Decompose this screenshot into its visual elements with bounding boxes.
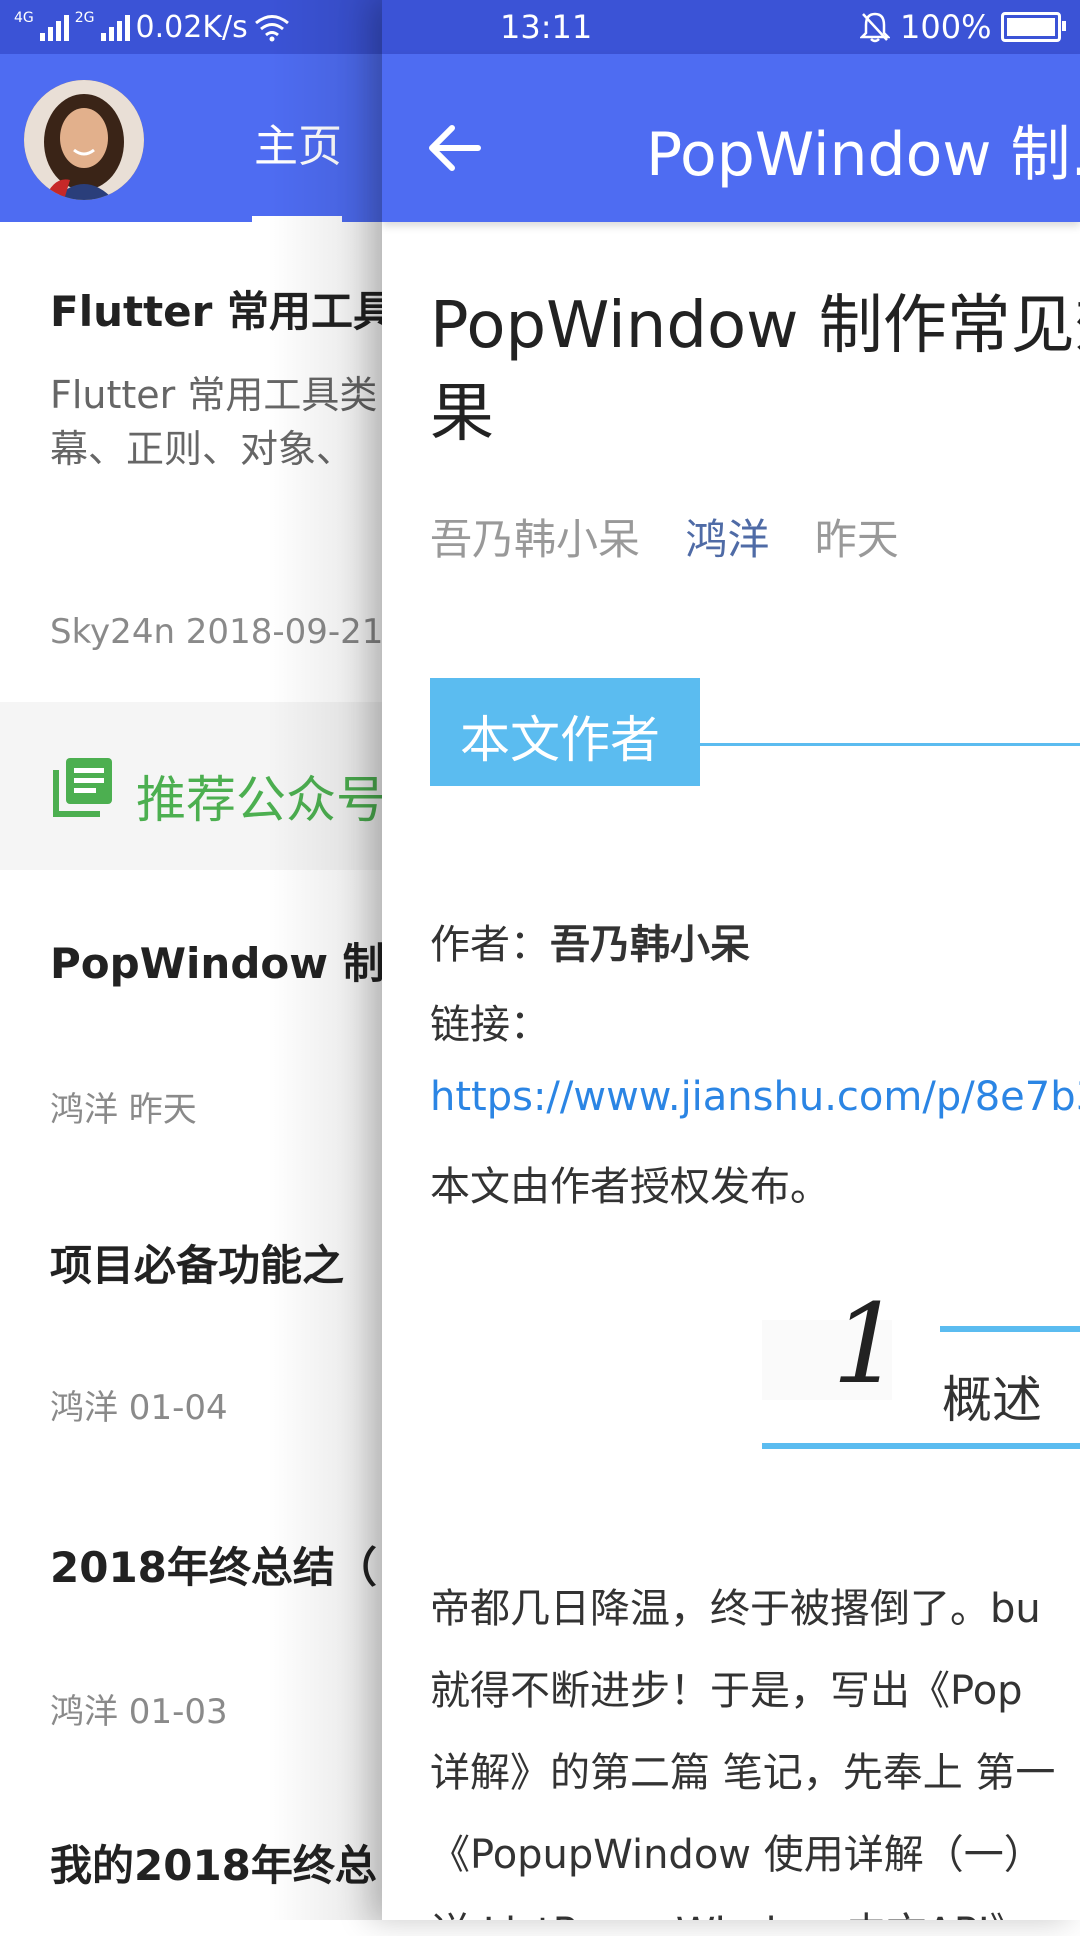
signal-icon-2 <box>100 14 130 41</box>
card-description-line: 幕、正则、对象、 <box>50 427 355 471</box>
wifi-icon <box>254 14 289 41</box>
byline-author: 吾乃韩小呆 <box>430 515 641 564</box>
card-title: Flutter 常用工具 <box>50 287 395 336</box>
link-label: 链接： <box>430 1002 550 1048</box>
authorized-text: 本文由作者授权发布。 <box>430 1164 830 1210</box>
byline-account[interactable]: 鸿洋 <box>685 515 769 564</box>
card-description-line: Flutter 常用工具类 <box>50 373 378 417</box>
paragraph-line: 帝都几日降温，终于被撂倒了。bu <box>430 1586 1041 1632</box>
battery-icon <box>1001 12 1067 42</box>
card-title: 项目必备功能之 <box>50 1241 345 1290</box>
back-arrow-icon[interactable] <box>420 108 500 188</box>
author-value: 吾乃韩小呆 <box>550 922 750 968</box>
appbar-title: PopWindow 制... <box>646 120 1080 190</box>
article-link[interactable]: https://www.jianshu.com/p/8e7b3 <box>430 1074 1080 1120</box>
network-speed: 0.02K/s <box>135 10 248 45</box>
status-time: 13:11 <box>500 8 593 46</box>
card-meta: 鸿洋 昨天 <box>50 1090 197 1130</box>
avatar-image <box>24 80 144 200</box>
article-list-icon <box>53 758 112 817</box>
section-divider <box>700 743 1080 746</box>
section-number-topline <box>940 1326 1080 1332</box>
article-title: PopWindow 制作常见效果 <box>430 289 1080 451</box>
card-meta: 鸿洋 01-04 <box>50 1388 228 1428</box>
section-number: 1 <box>832 1280 902 1408</box>
paragraph-line: 《PopupWindow 使用详解（一） <box>430 1832 1044 1878</box>
paragraph-line: 详解》的第二篇 笔记，先奉上 第一 <box>430 1750 1056 1796</box>
paragraph-line: 详 ListPopupWindow 中文API》 <box>430 1900 1030 1920</box>
card-meta: Sky24n 2018-09-21 <box>50 612 384 652</box>
section-number-bottomline <box>762 1443 1080 1449</box>
status-left: 4G 2G 0.02K/s <box>14 10 290 45</box>
article-byline: 吾乃韩小呆 鸿洋 昨天 <box>430 506 931 567</box>
section-heading: 本文作者 <box>460 711 660 769</box>
card-title: 2018年终总结（ <box>50 1543 377 1592</box>
avatar[interactable] <box>24 80 144 200</box>
signal-icon <box>39 14 69 41</box>
section-title: 概述 <box>942 1371 1042 1429</box>
author-line: 作者：吾乃韩小呆 <box>430 912 750 970</box>
article-page: 13:11 100% PopWindow 制... PopWindow 制作常见… <box>382 0 1080 1920</box>
network-type-2: 2G <box>74 9 95 26</box>
network-type-1: 4G <box>14 9 34 26</box>
status-right: 100% <box>860 8 1067 46</box>
tab-home[interactable]: 主页 <box>254 110 342 174</box>
author-label: 作者： <box>430 922 550 968</box>
status-bar-right: 13:11 100% <box>382 0 1080 54</box>
byline-date: 昨天 <box>814 515 899 564</box>
article-appbar: PopWindow 制... <box>382 54 1080 222</box>
section-heading-box: 本文作者 <box>430 678 700 786</box>
card-title: PopWindow 制作 <box>50 939 427 988</box>
card-meta: 鸿洋 01-03 <box>50 1692 228 1732</box>
recommend-label: 推荐公众号 <box>136 771 386 829</box>
card-title: 我的2018年终总 <box>50 1841 377 1890</box>
bell-off-icon <box>860 12 890 43</box>
battery-percent: 100% <box>900 8 992 46</box>
paragraph-line: 就得不断进步！于是，写出《Pop <box>430 1668 1023 1714</box>
